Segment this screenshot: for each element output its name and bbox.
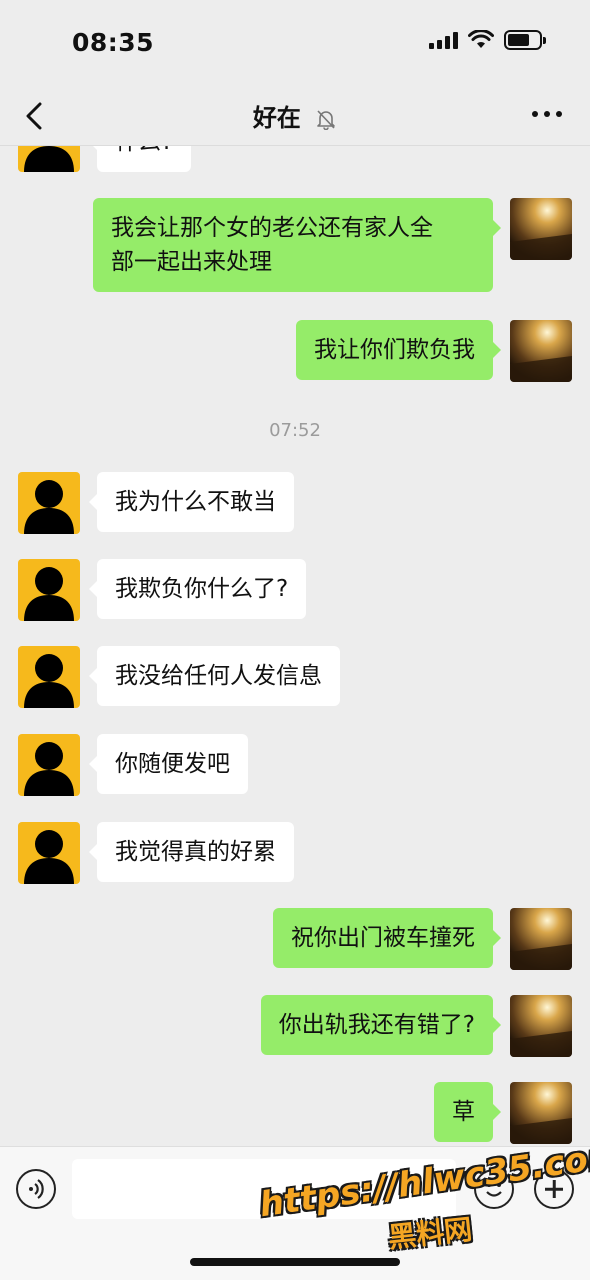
contact-avatar[interactable] bbox=[18, 822, 80, 884]
sent-message[interactable]: 祝你出门被车撞死 bbox=[273, 908, 501, 968]
sent-message[interactable]: 我让你们欺负我 bbox=[296, 320, 501, 380]
chat-title: 好在 bbox=[0, 98, 590, 133]
status-icons bbox=[429, 30, 546, 50]
silhouette-icon bbox=[24, 654, 74, 708]
message-text: 我让你们欺负我 bbox=[314, 337, 475, 363]
silhouette-icon bbox=[24, 480, 74, 534]
more-options-button[interactable] bbox=[532, 104, 566, 124]
ellipsis-icon bbox=[532, 111, 538, 117]
my-avatar[interactable] bbox=[510, 908, 572, 970]
message-text: 我为什么不敢当 bbox=[115, 489, 276, 515]
contact-avatar[interactable] bbox=[18, 146, 80, 172]
received-message[interactable]: 我为什么不敢当 bbox=[89, 472, 294, 532]
message-text: 你随便发吧 bbox=[115, 751, 230, 777]
my-avatar[interactable] bbox=[510, 1082, 572, 1144]
received-message[interactable]: 什么? bbox=[88, 146, 192, 172]
message-text: 我觉得真的好累 bbox=[115, 839, 276, 865]
chat-title-text: 好在 bbox=[252, 104, 301, 132]
battery-icon bbox=[504, 30, 546, 50]
received-message[interactable]: 我觉得真的好累 bbox=[89, 822, 294, 882]
message-text: 部一起出来处理 bbox=[111, 249, 272, 275]
sunset-photo-icon bbox=[510, 995, 572, 1057]
received-message[interactable]: 我欺负你什么了? bbox=[88, 559, 307, 619]
sunset-photo-icon bbox=[510, 1082, 572, 1144]
received-message[interactable]: 我没给任何人发信息 bbox=[89, 646, 340, 706]
received-message[interactable]: 你随便发吧 bbox=[89, 734, 248, 794]
wifi-icon bbox=[468, 30, 494, 48]
voice-button[interactable] bbox=[16, 1169, 56, 1209]
time-divider: 07:52 bbox=[269, 420, 321, 441]
message-text: 祝你出门被车撞死 bbox=[291, 925, 475, 951]
silhouette-icon bbox=[24, 146, 74, 172]
voice-icon bbox=[29, 1179, 44, 1199]
status-time: 08:35 bbox=[72, 28, 155, 57]
sunset-photo-icon bbox=[510, 198, 572, 260]
message-text: 我没给任何人发信息 bbox=[115, 663, 322, 689]
sent-message[interactable]: 我会让那个女的老公还有家人全 部一起出来处理 bbox=[93, 198, 501, 292]
silhouette-icon bbox=[24, 742, 74, 796]
message-text: 我会让那个女的老公还有家人全 bbox=[111, 215, 433, 241]
sunset-photo-icon bbox=[510, 908, 572, 970]
sent-message[interactable]: 草 bbox=[434, 1082, 501, 1142]
my-avatar[interactable] bbox=[510, 198, 572, 260]
status-bar: 08:35 bbox=[0, 0, 590, 86]
contact-avatar[interactable] bbox=[18, 472, 80, 534]
silhouette-icon bbox=[24, 830, 74, 884]
cellular-signal-icon bbox=[429, 31, 458, 49]
message-text: 你出轨我还有错了? bbox=[278, 1012, 475, 1038]
bell-muted-icon bbox=[317, 110, 335, 130]
sent-message[interactable]: 你出轨我还有错了? bbox=[260, 995, 502, 1055]
message-text: 我欺负你什么了? bbox=[115, 576, 289, 602]
my-avatar[interactable] bbox=[510, 320, 572, 382]
message-text: 什么? bbox=[115, 146, 173, 155]
contact-avatar[interactable] bbox=[18, 559, 80, 621]
contact-avatar[interactable] bbox=[18, 734, 80, 796]
home-indicator[interactable] bbox=[190, 1258, 400, 1266]
contact-avatar[interactable] bbox=[18, 646, 80, 708]
message-text: 草 bbox=[452, 1099, 475, 1125]
my-avatar[interactable] bbox=[510, 995, 572, 1057]
silhouette-icon bbox=[24, 567, 74, 621]
chat-header: 好在 bbox=[0, 86, 590, 146]
message-list[interactable]: 什么? 我会让那个女的老公还有家人全 部一起出来处理 我让你们欺负我 07:52… bbox=[0, 146, 590, 1146]
sunset-photo-icon bbox=[510, 320, 572, 382]
